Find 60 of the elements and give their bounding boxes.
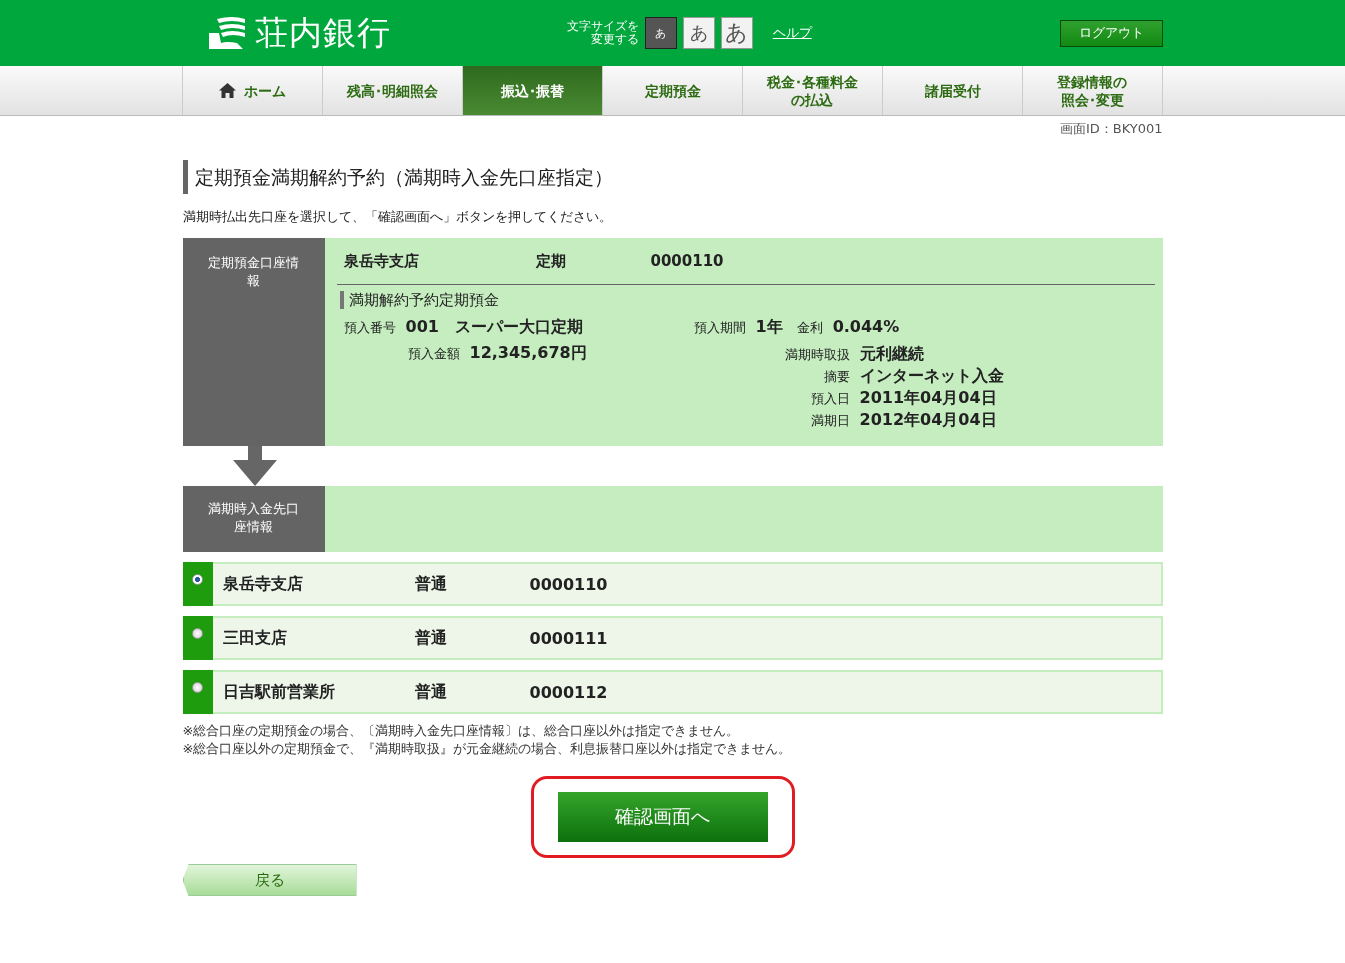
branch-name: 泉岳寺支店 (343, 251, 420, 271)
nav-tab[interactable]: 振込･振替 (463, 66, 603, 115)
field-label: 預入期間 (693, 319, 746, 337)
field-value: 1年 (755, 317, 783, 338)
note-text: ※総合口座の定期預金の場合、〔満期時入金先口座情報〕は、総合口座以外は指定できません。 (182, 722, 741, 740)
account-type: 普通 (414, 681, 448, 703)
field-value: 12,345,678円 (469, 343, 587, 364)
field-value: 2011年04月04日 (859, 387, 998, 408)
field-value: 0.044% (832, 317, 900, 336)
section-label: 満期時入金先口座情報 (182, 486, 325, 552)
field-label: 預入金額 (407, 345, 460, 363)
account-type: 普通 (414, 627, 448, 649)
font-size-button[interactable]: あ (644, 17, 677, 49)
account-option-row[interactable]: 三田支店 普通 0000111 (182, 616, 1163, 660)
field-label: 摘要 (822, 368, 850, 386)
field-value: インターネット入金 (859, 365, 1004, 386)
radio-button[interactable] (192, 628, 203, 639)
account-number: 0000110 (529, 574, 608, 594)
account-option-row[interactable]: 泉岳寺支店 普通 0000110 (182, 562, 1163, 606)
field-label: 金利 (796, 319, 823, 337)
branch-name: 日吉駅前営業所 (222, 681, 336, 703)
back-button[interactable]: 戻る (182, 864, 357, 896)
account-option-row[interactable]: 日吉駅前営業所 普通 0000112 (182, 670, 1163, 714)
instruction-text: 満期時払出先口座を選択して、「確認画面へ」ボタンを押してください。 (182, 208, 613, 226)
field-value: 2012年04月04日 (859, 409, 998, 430)
down-arrow-icon (232, 446, 277, 486)
section-label: 定期預金口座情報 (182, 238, 325, 446)
bank-logo-icon (206, 15, 247, 51)
help-link[interactable]: ヘルプ (772, 24, 812, 42)
field-label: 預入日 (809, 390, 850, 408)
nav-tab[interactable]: 税金･各種料金の払込 (743, 66, 883, 115)
font-size-label: 文字サイズを変更する (565, 20, 639, 46)
radio-button[interactable] (192, 574, 203, 585)
nav-tab[interactable]: 諸届受付 (883, 66, 1023, 115)
branch-name: 三田支店 (222, 627, 288, 649)
field-label: 満期時取扱 (783, 346, 850, 364)
nav-tab[interactable]: 登録情報の照会･変更 (1023, 66, 1163, 115)
field-label: 満期日 (809, 412, 850, 430)
account-type: 定期 (535, 251, 567, 271)
bank-name: 荘内銀行 (254, 11, 391, 54)
logout-button[interactable]: ログアウト (1059, 19, 1163, 47)
page-title: 定期預金満期解約予約（満期時入金先口座指定） (182, 160, 1163, 194)
account-type: 普通 (414, 573, 448, 595)
note-text: ※総合口座以外の定期預金で、『満期時取扱』が元金継続の場合、利息振替口座以外は指定できません。 (182, 740, 793, 758)
subsection-title: 満期解約予約定期預金 (339, 291, 1155, 309)
screen-id: 画面ID：BKY001 (1058, 120, 1163, 138)
nav-tab[interactable]: 定期預金 (603, 66, 743, 115)
confirm-button[interactable]: 確認画面へ (557, 792, 768, 842)
field-value: 001 スーパー大口定期 (405, 317, 583, 338)
radio-button[interactable] (192, 682, 203, 693)
branch-name: 泉岳寺支店 (222, 573, 304, 595)
account-number: 0000110 (650, 252, 724, 270)
font-size-button[interactable]: あ (682, 17, 715, 49)
font-size-button[interactable]: あ (720, 17, 753, 49)
nav-tab[interactable]: ホーム (183, 66, 323, 115)
account-number: 0000112 (529, 682, 608, 702)
home-icon (219, 83, 236, 98)
field-label: 預入番号 (343, 319, 396, 337)
field-value: 元利継続 (859, 343, 925, 364)
account-number: 0000111 (529, 628, 608, 648)
